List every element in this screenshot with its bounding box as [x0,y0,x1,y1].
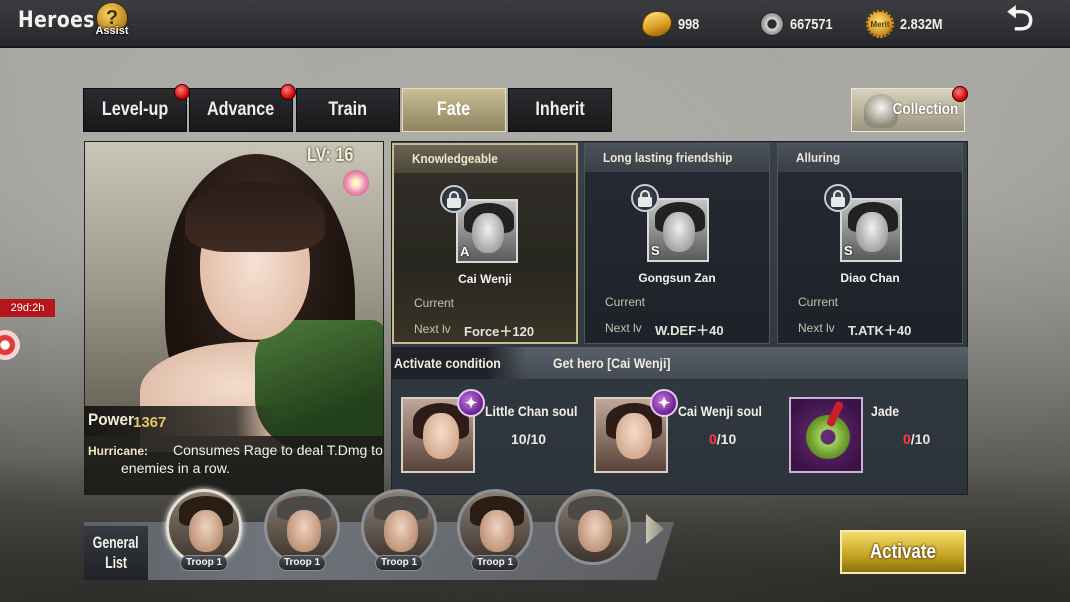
hero-bangs [185,182,325,252]
hero-robe [255,320,383,450]
silver-value: 667571 [790,15,833,33]
power-value: 1367 [133,414,167,431]
gold-value: 998 [678,15,700,33]
tab-inherit[interactable]: Inherit [508,88,612,132]
tab-advance[interactable]: Advance [189,88,293,132]
troop-badge: Troop 1 [375,555,423,571]
general-slot[interactable]: Troop 1 [361,489,437,571]
power-label: Power [88,410,134,429]
requirement-count: 0/10 [709,431,737,447]
collection-alert-dot [952,86,968,102]
gold-resource: 998 [638,10,703,38]
back-arrow-icon[interactable]: ⮌ [992,0,1048,42]
fate-hero-portrait: A [456,199,518,263]
level-up-alert-dot [174,84,190,100]
fate-card-long-lasting-friendship[interactable]: Long lasting friendship S Gongsun Zan Cu… [584,143,770,344]
fate-card-knowledgeable[interactable]: Knowledgeable A Cai Wenji Current Next l… [392,143,578,344]
general-avatar [361,489,437,565]
grade-letter: S [651,243,660,258]
fate-next-value: Force＋120 [464,324,535,339]
merit-value: 2.832M [900,15,943,33]
condition-text: Get hero [Cai Wenji] [553,355,671,371]
fate-hero-name: Diao Chan [840,271,900,285]
requirement-count: 0/10 [903,431,931,447]
gold-ingot-icon [638,11,676,37]
fate-hero-name: Cai Wenji [458,272,512,286]
top-bar: Heroes ? Assist 998 667571 Merit 2.832M … [0,0,1070,48]
fate-current-label: Current [605,295,646,309]
fate-card-title: Long lasting friendship [585,144,769,172]
advance-alert-dot [280,84,296,100]
requirement-name: Jade [871,403,900,419]
event-timer-badge[interactable]: 29d:2h [0,299,55,317]
general-slot[interactable] [555,489,631,571]
troop-badge: Troop 1 [278,555,326,571]
requirement-name: Little Chan soul [485,403,578,419]
fate-hero-name: Gongsun Zan [638,271,716,285]
fate-next-value: T.ATK＋40 [848,323,912,338]
grade-letter: S [844,243,853,258]
silver-resource: 667571 [760,10,840,38]
fate-next-label: Next lv [798,321,835,335]
fate-current-label: Current [414,296,455,310]
grade-letter: A [460,244,470,259]
general-avatar [264,489,340,565]
fate-next-label: Next lv [605,321,642,335]
fate-hero-portrait: S [647,198,709,262]
fate-hero-portrait: S [840,198,902,262]
fate-current-label: Current [798,295,839,309]
silver-coin-icon [760,12,784,36]
merit-medal-icon: Merit [866,10,894,38]
assist-button[interactable]: ? Assist [92,2,132,42]
general-avatar [457,489,533,565]
fate-card-title: Alluring [778,144,962,172]
condition-label: Activate condition [394,355,501,371]
soul-icon: ✦ [457,389,485,417]
merit-resource: Merit 2.832M [866,10,950,38]
troop-badge: Troop 1 [180,555,228,571]
jade-item[interactable] [789,397,863,473]
fate-next-value: W.DEF＋40 [655,323,724,338]
requirement-count: 10/10 [511,431,547,447]
tab-fate[interactable]: Fate [402,88,506,132]
general-avatar [166,489,242,565]
general-slot[interactable]: Troop 1 [264,489,340,571]
skill-description: Consumes Rage to deal T.Dmg to enemies i… [121,442,383,476]
assist-label: Assist [95,25,129,37]
lock-icon [824,184,852,212]
activate-button[interactable]: Activate [840,530,966,574]
troop-badge: Troop 1 [471,555,519,571]
general-slot[interactable]: Troop 1 [166,489,242,571]
lock-icon [631,184,659,212]
general-avatar [555,489,631,565]
hair-flower-icon [343,170,369,196]
collection-button[interactable]: Collection [851,88,965,132]
page-title: Heroes [18,8,95,33]
tab-level-up[interactable]: Level-up [83,88,187,132]
fate-card-alluring[interactable]: Alluring S Diao Chan Current Next lv T.A… [777,143,963,344]
fate-next-label: Next lv [414,322,451,336]
hero-level: LV: 16 [307,145,354,166]
general-slot[interactable]: Troop 1 [457,489,533,571]
fate-card-title: Knowledgeable [394,145,576,173]
tab-train[interactable]: Train [296,88,400,132]
lock-icon [440,185,468,213]
general-list-title[interactable]: General List [84,526,148,580]
requirement-name: Cai Wenji soul [678,403,762,419]
soul-icon: ✦ [650,389,678,417]
